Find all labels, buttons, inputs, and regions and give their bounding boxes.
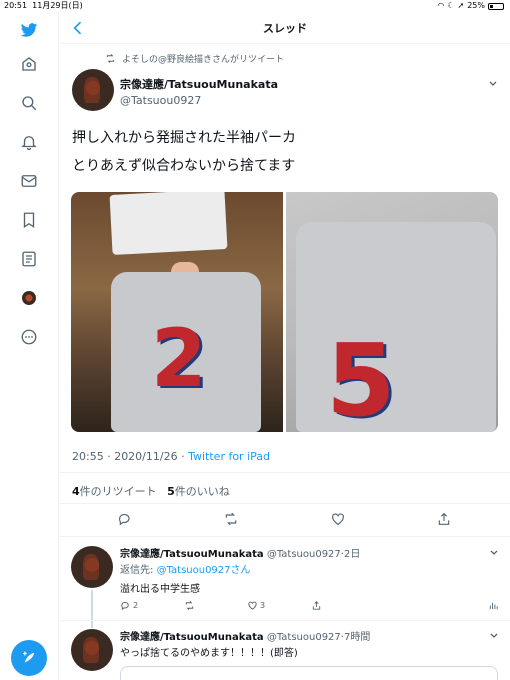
retweet-icon[interactable] <box>184 600 195 611</box>
bell-icon[interactable] <box>19 132 39 152</box>
status-right: ◠ ☾ ➚ 25% <box>437 0 504 12</box>
like-icon[interactable] <box>330 511 346 527</box>
reply-to: 返信先: @Tatsuou0927さん <box>120 561 251 576</box>
reply-icon[interactable] <box>117 511 133 527</box>
photo-hoodie-flat[interactable]: 5 <box>286 192 498 432</box>
status-bar: 20:51 11月29日(日) ◠ ☾ ➚ 25% <box>0 0 510 12</box>
tweet-timestamp: 20:55 · 2020/11/26 · Twitter for iPad <box>72 450 270 463</box>
author-handle-time[interactable]: @Tatsuou0927·7時間 <box>267 632 371 643</box>
home-icon[interactable] <box>19 54 39 74</box>
author-handle-time[interactable]: @Tatsuou0927·2日 <box>267 549 361 560</box>
hoodie-number-graphic: 2 <box>151 312 207 405</box>
feather-plus-icon <box>23 651 35 663</box>
bookmark-icon[interactable] <box>19 210 39 230</box>
thread-header: スレッド <box>60 12 510 44</box>
status-date: 11月29日(日) <box>32 1 83 10</box>
analytics-icon[interactable] <box>488 600 499 611</box>
battery-icon <box>488 2 504 10</box>
tweet-stats: 4件のリツイート 5件のいいね <box>72 483 230 499</box>
more-icon[interactable] <box>19 327 39 347</box>
reply-author[interactable]: 宗像達應/TatsuouMunakata @Tatsuou0927·7時間 <box>120 628 370 643</box>
reply-count: 2 <box>133 601 139 610</box>
like-count: 3 <box>260 601 266 610</box>
timestamp-text: 20:55 · 2020/11/26 · <box>72 450 189 463</box>
author-name[interactable]: 宗像達應/TatsuouMunakata <box>120 549 264 560</box>
divider <box>60 620 510 621</box>
retweet-notice-text: よそしの@野良絵描きさんがリツイート <box>122 55 285 65</box>
retweet-icon <box>106 54 115 63</box>
compose-tweet-button[interactable] <box>11 640 47 676</box>
wifi-icon: ◠ <box>437 1 445 10</box>
avatar[interactable] <box>71 629 113 671</box>
photo-person-hoodie[interactable]: 2 <box>71 192 283 432</box>
tweet-text-line1: 押し入れから発掘された半袖パーカ <box>72 130 296 146</box>
reply-author[interactable]: 宗像達應/TatsuouMunakata @Tatsuou0927·2日 <box>120 545 360 560</box>
quoted-tweet-card[interactable] <box>120 666 498 680</box>
like-count[interactable]: 5 <box>167 485 175 498</box>
reply-icon[interactable] <box>120 600 131 611</box>
author-name[interactable]: 宗像達應/TatsuouMunakata <box>120 76 278 92</box>
reply-to-label: 返信先: <box>120 565 157 576</box>
battery-percent: 25% <box>467 1 485 10</box>
like-icon[interactable] <box>247 600 258 611</box>
author-name[interactable]: 宗像達應/TatsuouMunakata <box>120 632 264 643</box>
list-icon[interactable] <box>19 249 39 269</box>
status-time-text: 20:51 <box>4 1 28 10</box>
reply-text: やっぱ捨てるのやめます！！！！(即答) <box>120 648 298 659</box>
hoodie-number-graphic: 5 <box>326 322 396 432</box>
chevron-down-icon[interactable] <box>489 631 499 641</box>
avatar[interactable] <box>72 69 114 111</box>
share-icon[interactable] <box>436 511 452 527</box>
tweet-source-link[interactable]: Twitter for iPad <box>188 450 270 463</box>
tweet-actions <box>60 511 510 531</box>
tweet-text-line2: とりあえず似合わないから捨てます <box>72 158 296 174</box>
profile-avatar[interactable] <box>19 288 39 308</box>
search-icon[interactable] <box>19 93 39 113</box>
tweet-author[interactable]: 宗像達應/TatsuouMunakata @Tatsuou0927 <box>120 76 278 107</box>
mail-icon[interactable] <box>19 171 39 191</box>
tweet-media[interactable]: 2 5 <box>71 192 498 432</box>
divider <box>60 536 510 537</box>
chevron-down-icon[interactable] <box>489 548 499 558</box>
moon-icon: ☾ <box>447 1 455 10</box>
page-title: スレッド <box>263 22 307 35</box>
twitter-bird-icon[interactable] <box>19 20 39 40</box>
retweet-notice[interactable]: よそしの@野良絵描きさんがリツイート <box>105 52 284 65</box>
sidebar-nav <box>0 12 59 680</box>
reply-text: 溢れ出る中学生感 <box>120 584 200 595</box>
reply-to-handle[interactable]: @Tatsuou0927さん <box>157 565 251 576</box>
retweet-count[interactable]: 4 <box>72 485 80 498</box>
retweet-count-label[interactable]: 件のリツイート <box>80 485 157 498</box>
avatar[interactable] <box>71 546 113 588</box>
author-handle[interactable]: @Tatsuou0927 <box>120 94 278 107</box>
reply-actions: 2 3 <box>120 600 500 614</box>
divider <box>60 472 510 473</box>
divider <box>60 503 510 504</box>
status-time: 20:51 11月29日(日) <box>4 0 83 12</box>
location-icon: ➚ <box>457 1 465 10</box>
thread-connector <box>91 590 93 628</box>
retweet-icon[interactable] <box>223 511 239 527</box>
chevron-down-icon[interactable] <box>488 79 498 89</box>
tablet-image <box>109 192 228 255</box>
share-icon[interactable] <box>311 600 322 611</box>
like-count-label[interactable]: 件のいいね <box>175 485 230 498</box>
